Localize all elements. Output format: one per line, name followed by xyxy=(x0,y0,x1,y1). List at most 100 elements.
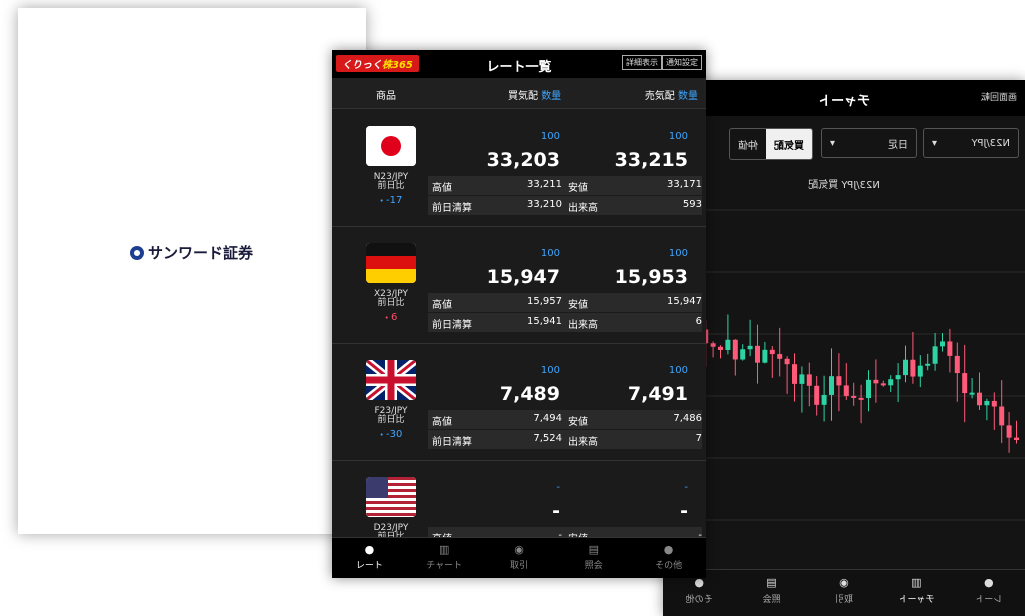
prev-settle-value: 33,210 xyxy=(527,199,562,210)
candle-body xyxy=(725,339,731,350)
low-label: 安値 xyxy=(568,417,588,428)
prev-volume-row: 前日清算 7,524 出来高 7 xyxy=(428,430,702,450)
candle-body xyxy=(984,400,990,406)
tab-label: その他 xyxy=(685,595,713,605)
tab-chart[interactable]: ▥ チャート xyxy=(407,538,482,578)
low-value: 33,171 xyxy=(667,179,702,190)
bid-price[interactable]: - xyxy=(552,500,560,522)
detail-view-button[interactable]: 詳細表示 xyxy=(622,55,662,70)
volume-value: 6 xyxy=(695,316,702,327)
col-bid: 買気配 数量 xyxy=(508,87,561,102)
tab-chart[interactable]: ▥ チャート xyxy=(880,570,952,616)
tab-rate[interactable]: ● レート xyxy=(953,570,1025,616)
col-ask-qty: 数量 xyxy=(678,91,698,102)
volume-value: 7 xyxy=(695,433,702,444)
tab-label: 取引 xyxy=(509,561,528,571)
bid-qty: 100 xyxy=(540,365,560,376)
product-name: F23/JPY 前日比 xyxy=(362,407,420,425)
chart-icon: ▥ xyxy=(438,543,450,556)
high-label: 高値 xyxy=(432,417,452,428)
candle-body xyxy=(769,349,775,355)
product-change-label: 前日比 xyxy=(377,415,405,425)
prev-volume-row: 前日清算 15,941 出来高 6 xyxy=(428,313,702,333)
candle-body xyxy=(999,406,1005,426)
price-detail-grid: 高値 33,211 安値 33,171 前日清算 33,210 出来高 593 xyxy=(428,176,702,216)
ask-price[interactable]: 15,953 xyxy=(615,266,688,288)
header-buttons: 詳細表示 通知設定 xyxy=(622,55,702,70)
segment-mid[interactable]: 仲値 xyxy=(730,129,766,159)
rate-item[interactable]: X23/JPY 前日比 • 6 100 100 15,947 15,953 高値 15,957 安… xyxy=(332,226,706,344)
candle-body xyxy=(925,363,931,366)
tab-more[interactable]: ● その他 xyxy=(631,538,706,578)
chart-icon: ▥ xyxy=(911,576,922,589)
candle-body xyxy=(903,359,908,376)
notification-settings-button[interactable]: 通知設定 xyxy=(662,55,702,70)
candle-body xyxy=(873,379,879,384)
price-detail-grid: 高値 15,957 安値 15,947 前日清算 15,941 出来高 6 xyxy=(428,293,702,333)
tab-rate[interactable]: ● レート xyxy=(332,538,407,578)
tab-trade[interactable]: ◉ 取引 xyxy=(482,538,557,578)
period-select[interactable]: 日足 ▾ xyxy=(821,128,917,158)
tab-trade[interactable]: ◉ 取引 xyxy=(808,570,880,616)
candle-body xyxy=(851,395,857,398)
rate-header: くりっく株365 レート一覧 詳細表示 通知設定 xyxy=(332,50,706,78)
segment-bid[interactable]: 買気配 xyxy=(766,129,812,159)
candle-body xyxy=(806,374,812,386)
price-type-segment: 買気配 仲値 xyxy=(729,128,813,160)
col-ask-label: 売気配 xyxy=(644,91,675,102)
candle-body xyxy=(821,394,827,405)
rate-item[interactable]: F23/JPY 前日比 • -30 100 100 7,489 7,491 高値 7,494 安値… xyxy=(332,343,706,461)
candle-body xyxy=(718,346,723,350)
ask-price[interactable]: - xyxy=(680,500,688,522)
candle-body xyxy=(917,365,923,377)
prev-settle-value: 15,941 xyxy=(527,316,562,327)
price-detail-grid: 高値 7,494 安値 7,486 前日清算 7,524 出来高 7 xyxy=(428,410,702,450)
candle-body xyxy=(836,376,842,386)
chart-title: チャート xyxy=(818,94,870,109)
candle-body xyxy=(866,379,871,399)
tab-inquiry[interactable]: ▤ 照会 xyxy=(735,570,807,616)
product-name: X23/JPY 前日比 xyxy=(362,290,420,308)
bid-price[interactable]: 7,489 xyxy=(500,383,560,405)
col-bid-qty: 数量 xyxy=(541,91,562,102)
ask-price[interactable]: 33,215 xyxy=(615,149,688,171)
product-flag xyxy=(366,360,416,400)
prev-settle-label: 前日清算 xyxy=(432,203,472,214)
rate-icon: ● xyxy=(984,576,994,589)
symbol-select[interactable]: N23/JPY ▾ xyxy=(923,128,1019,158)
tab-label: 照会 xyxy=(762,595,781,605)
chevron-down-icon: ▾ xyxy=(932,137,938,149)
tab-label: レート xyxy=(975,595,1003,605)
uk-flag-icon xyxy=(366,360,416,400)
product-change: • 6 xyxy=(362,312,420,323)
candle-body xyxy=(747,345,753,350)
rate-item[interactable]: N23/JPY 前日比 • -17 100 100 33,203 33,215 高値 33,21… xyxy=(332,109,706,227)
product-flag xyxy=(366,477,416,517)
inquiry-icon: ▤ xyxy=(766,576,777,589)
ask-qty: 100 xyxy=(668,365,688,376)
germany-flag-icon xyxy=(366,243,416,283)
splash-screen: サンワード証券 xyxy=(18,8,366,534)
candle-body xyxy=(977,392,982,406)
tab-inquiry[interactable]: ▤ 照会 xyxy=(556,538,631,578)
tab-label: レート xyxy=(355,561,383,571)
candle-body xyxy=(962,373,968,394)
prev-settle-label: 前日清算 xyxy=(432,320,472,331)
candle-body xyxy=(880,383,886,386)
candle-body xyxy=(888,379,894,386)
rate-icon: ● xyxy=(364,543,375,556)
volume-label: 出来高 xyxy=(568,203,598,214)
candlestick-chart[interactable] xyxy=(663,190,1025,560)
bid-price[interactable]: 33,203 xyxy=(487,149,560,171)
candle-body xyxy=(777,354,783,359)
high-label: 高値 xyxy=(432,300,452,311)
candle-body xyxy=(792,364,797,384)
bid-price[interactable]: 15,947 xyxy=(487,266,560,288)
high-low-row: 高値 7,494 安値 7,486 xyxy=(428,410,702,430)
prev-volume-row: 前日清算 33,210 出来高 593 xyxy=(428,196,702,216)
ask-price[interactable]: 7,491 xyxy=(628,383,688,405)
candle-body xyxy=(991,400,997,407)
candle-body xyxy=(940,341,945,347)
prev-settle-label: 前日清算 xyxy=(432,437,472,448)
high-label: 高値 xyxy=(432,183,452,194)
